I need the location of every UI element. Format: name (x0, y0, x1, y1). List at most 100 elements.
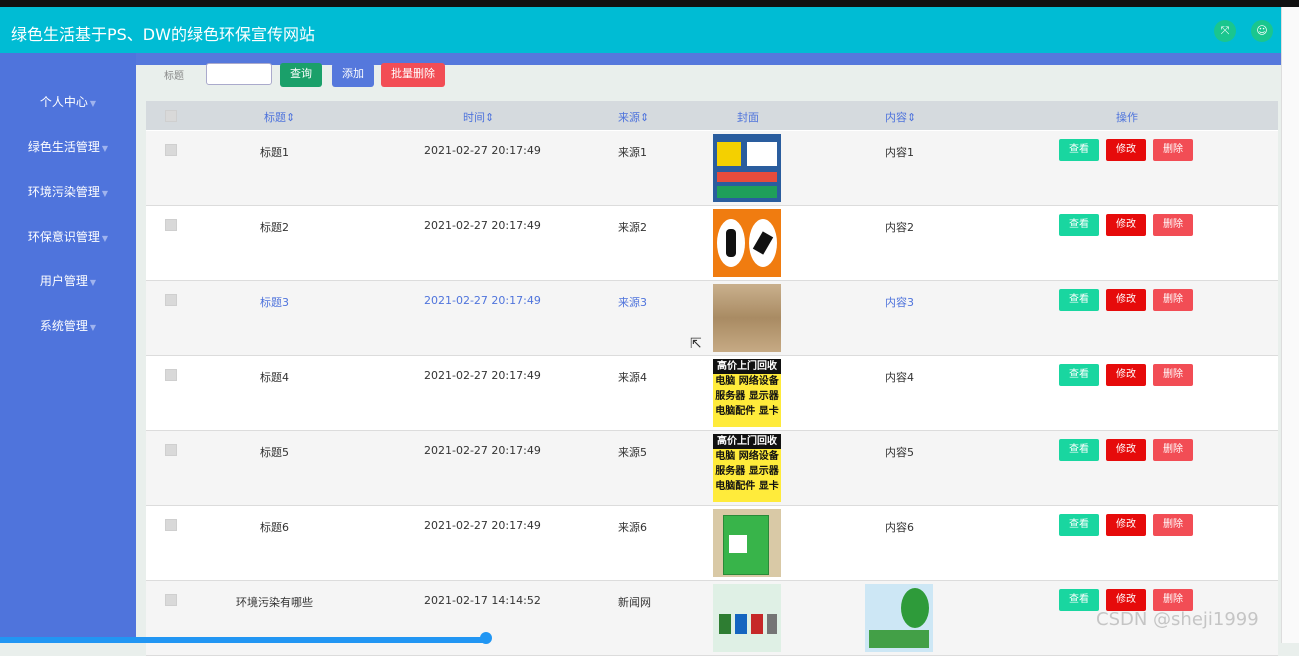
view-button[interactable]: 查看 (1059, 364, 1099, 386)
column-header-cover: 封面 (737, 111, 759, 124)
select-all-checkbox[interactable] (165, 110, 177, 122)
row-cover-image (713, 134, 781, 202)
row-source: 新闻网 (618, 596, 651, 609)
sidebar-item-green-life[interactable]: 绿色生活管理 ▼ (0, 138, 136, 155)
row-checkbox[interactable] (165, 444, 177, 456)
view-button[interactable]: 查看 (1059, 214, 1099, 236)
row-source: 来源6 (618, 521, 647, 534)
sidebar-item-personal-center[interactable]: 个人中心 ▼ (0, 93, 136, 110)
row-time: 2021-02-27 20:17:49 (424, 144, 541, 157)
column-header-title[interactable]: 标题⇕ (264, 109, 295, 125)
scroll-thumb[interactable] (480, 632, 492, 644)
row-content: 内容3 (885, 296, 914, 309)
edit-button[interactable]: 修改 (1106, 364, 1146, 386)
row-title: 标题6 (260, 521, 289, 534)
row-source: 来源1 (618, 146, 647, 159)
row-content: 内容1 (885, 146, 914, 159)
row-title: 标题2 (260, 221, 289, 234)
row-checkbox[interactable] (165, 294, 177, 306)
add-button[interactable]: 添加 (332, 63, 374, 87)
sidebar-item-label: 绿色生活管理 (27, 140, 100, 154)
delete-button[interactable]: 删除 (1153, 439, 1193, 461)
query-button[interactable]: 查询 (280, 63, 322, 87)
delete-button[interactable]: 删除 (1153, 514, 1193, 536)
sidebar-item-pollution[interactable]: 环境污染管理 ▼ (0, 183, 136, 200)
delete-button[interactable]: 删除 (1153, 139, 1193, 161)
row-content: 内容6 (885, 521, 914, 534)
chevron-down-icon: ▼ (89, 99, 97, 108)
edit-button[interactable]: 修改 (1106, 139, 1146, 161)
sort-icon: ⇕ (485, 111, 495, 124)
chevron-down-icon: ▼ (101, 144, 109, 153)
row-time: 2021-02-27 20:17:49 (424, 294, 541, 307)
row-time: 2021-02-27 20:17:49 (424, 444, 541, 457)
edit-button[interactable]: 修改 (1106, 289, 1146, 311)
chevron-down-icon: ▼ (89, 323, 97, 332)
row-cover-image (713, 209, 781, 277)
search-label: 标题 (164, 71, 184, 82)
edit-button[interactable]: 修改 (1106, 214, 1146, 236)
row-checkbox[interactable] (165, 519, 177, 531)
delete-button[interactable]: 删除 (1153, 214, 1193, 236)
expand-icon[interactable]: ⤧ (1214, 20, 1236, 42)
column-header-actions: 操作 (1116, 111, 1138, 124)
row-checkbox[interactable] (165, 144, 177, 156)
sort-icon: ⇕ (286, 111, 296, 124)
row-content: 内容5 (885, 446, 914, 459)
row-source: 来源3 (618, 296, 647, 309)
row-title: 标题5 (260, 446, 289, 459)
edit-button[interactable]: 修改 (1106, 439, 1146, 461)
row-checkbox[interactable] (165, 369, 177, 381)
row-time: 2021-02-27 20:17:49 (424, 369, 541, 382)
sidebar-item-label: 环境污染管理 (27, 185, 100, 199)
row-content: 内容4 (885, 371, 914, 384)
column-header-content[interactable]: 内容⇕ (885, 109, 916, 125)
row-source: 来源4 (618, 371, 647, 384)
row-cover-image (713, 284, 781, 352)
delete-button[interactable]: 删除 (1153, 589, 1193, 611)
sidebar-item-label: 个人中心 (39, 95, 88, 109)
edit-button[interactable]: 修改 (1106, 514, 1146, 536)
row-time: 2021-02-27 20:17:49 (424, 219, 541, 232)
sidebar-item-label: 系统管理 (39, 319, 88, 333)
app-title: 绿色生活基于PS、DW的绿色环保宣传网站 (11, 25, 315, 44)
row-cover-image: 高价上门回收 电脑 网络设备 服务器 显示器 电脑配件 显卡 (713, 359, 781, 427)
chevron-down-icon: ▼ (101, 189, 109, 198)
delete-button[interactable]: 删除 (1153, 364, 1193, 386)
view-button[interactable]: 查看 (1059, 439, 1099, 461)
view-button[interactable]: 查看 (1059, 589, 1099, 611)
sidebar-item-awareness[interactable]: 环保意识管理 ▼ (0, 228, 136, 245)
sort-icon: ⇕ (907, 111, 917, 124)
vertical-scrollbar[interactable] (1281, 7, 1299, 643)
search-input[interactable] (206, 63, 272, 85)
delete-button[interactable]: 删除 (1153, 289, 1193, 311)
row-title: 标题3 (260, 296, 289, 309)
row-cover-image (713, 509, 781, 577)
row-time: 2021-02-17 14:14:52 (424, 594, 541, 607)
view-button[interactable]: 查看 (1059, 289, 1099, 311)
table-header (146, 101, 1278, 130)
tab-bar (0, 53, 1281, 65)
view-button[interactable]: 查看 (1059, 139, 1099, 161)
watermark: CSDN @sheji1999 (1096, 609, 1259, 630)
row-cover-image: 高价上门回收 电脑 网络设备 服务器 显示器 电脑配件 显卡 (713, 434, 781, 502)
batch-delete-button[interactable]: 批量删除 (381, 63, 445, 87)
row-source: 来源5 (618, 446, 647, 459)
sidebar-item-users[interactable]: 用户管理 ▼ (0, 272, 136, 289)
column-header-source[interactable]: 来源⇕ (618, 109, 649, 125)
user-icon[interactable]: ☺ (1251, 20, 1273, 42)
horizontal-scrollbar[interactable] (0, 637, 488, 643)
sidebar-item-label: 用户管理 (39, 274, 88, 288)
column-header-time[interactable]: 时间⇕ (463, 109, 494, 125)
row-title: 标题4 (260, 371, 289, 384)
sidebar-item-label: 环保意识管理 (27, 230, 100, 244)
row-checkbox[interactable] (165, 594, 177, 606)
edit-button[interactable]: 修改 (1106, 589, 1146, 611)
row-content-image (865, 584, 933, 652)
row-checkbox[interactable] (165, 219, 177, 231)
window-top-edge (0, 0, 1299, 7)
sidebar-item-system[interactable]: 系统管理 ▼ (0, 317, 136, 334)
sort-icon: ⇕ (640, 111, 650, 124)
view-button[interactable]: 查看 (1059, 514, 1099, 536)
row-cover-image (713, 584, 781, 652)
